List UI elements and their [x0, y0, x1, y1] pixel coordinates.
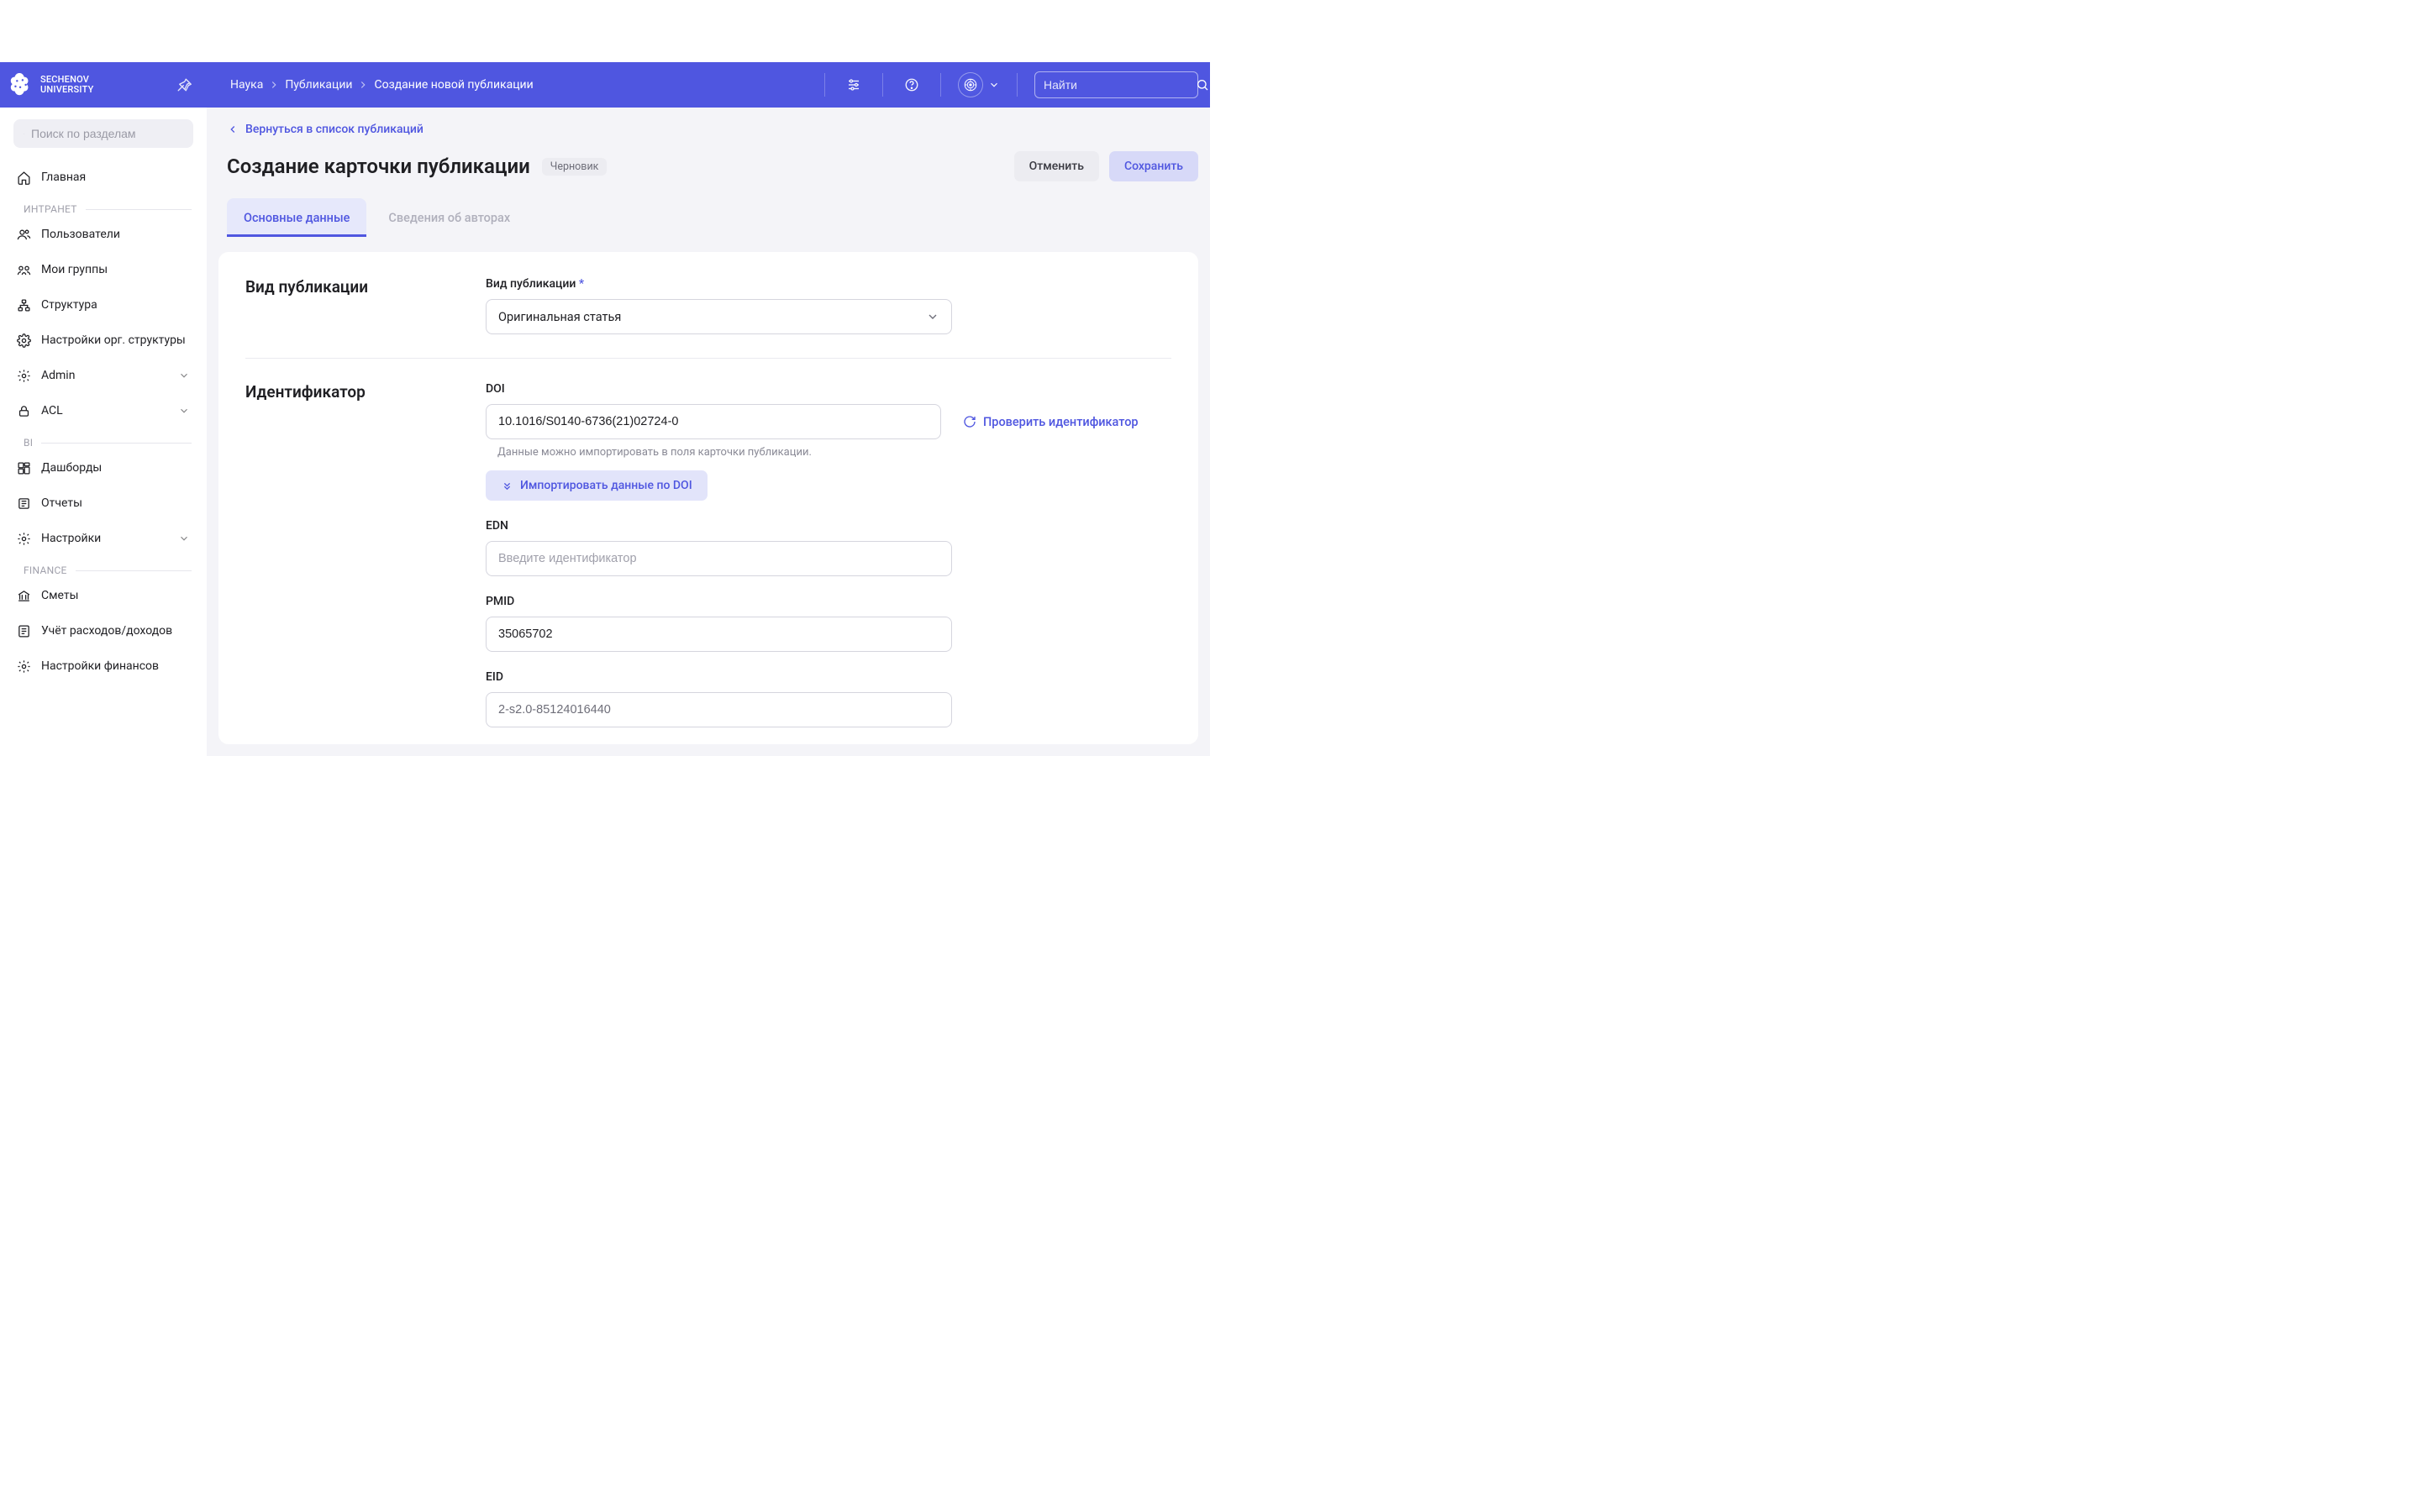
breadcrumb: Наука Публикации Создание новой публикац…	[230, 78, 534, 92]
chevron-down-icon	[178, 370, 190, 381]
dashboard-icon	[17, 461, 31, 475]
field-label-edn: EDN	[486, 519, 1171, 533]
double-chevron-down-icon	[501, 480, 513, 492]
back-link-label: Вернуться в список публикаций	[245, 123, 424, 136]
eid-input[interactable]	[486, 692, 952, 727]
sidebar-item-label: Пользователи	[41, 228, 120, 241]
edn-input[interactable]	[486, 541, 952, 576]
brand-line2: UNIVERSITY	[40, 84, 93, 95]
chevron-down-icon	[178, 405, 190, 417]
sidebar-item-structure[interactable]: Структура	[7, 287, 200, 323]
gear-icon	[17, 369, 31, 383]
search-icon	[1196, 78, 1209, 92]
section-title-identifier: Идентификатор	[245, 382, 486, 402]
sidebar-group-intranet: ИНТРАНЕТ	[7, 203, 200, 215]
chevron-down-icon	[988, 79, 1000, 91]
sidebar-item-dashboards[interactable]: Дашборды	[7, 450, 200, 486]
ledger-icon	[17, 624, 31, 638]
pub-type-value: Оригинальная статья	[498, 310, 621, 324]
sidebar-item-label: Мои группы	[41, 263, 108, 276]
verify-identifier-button[interactable]: Проверить идентификатор	[963, 415, 1139, 429]
save-button[interactable]: Сохранить	[1109, 151, 1198, 181]
breadcrumb-science[interactable]: Наука	[230, 78, 263, 92]
gear-icon	[17, 659, 31, 674]
pub-type-select[interactable]: Оригинальная статья	[486, 299, 952, 334]
chevron-right-icon	[357, 79, 369, 91]
doi-input[interactable]	[486, 404, 941, 439]
sidebar-item-label: Настройки орг. структуры	[41, 333, 186, 347]
field-label-eid: EID	[486, 670, 1171, 684]
structure-icon	[17, 298, 31, 312]
status-badge: Черновик	[542, 158, 608, 176]
report-icon	[17, 496, 31, 511]
sidebar-item-label: Отчеты	[41, 496, 82, 510]
sidebar-item-income-expenses[interactable]: Учёт расходов/доходов	[7, 613, 200, 648]
sidebar-item-label: Структура	[41, 298, 97, 312]
doi-hint: Данные можно импортировать в поля карточ…	[497, 446, 1171, 459]
import-doi-button[interactable]: Импортировать данные по DOI	[486, 470, 708, 501]
sidebar-item-reports[interactable]: Отчеты	[7, 486, 200, 521]
sidebar-item-budgets[interactable]: Сметы	[7, 578, 200, 613]
home-icon	[17, 171, 31, 185]
sidebar-item-label: Настройки финансов	[41, 659, 159, 673]
tab-main-data[interactable]: Основные данные	[227, 198, 366, 237]
brand-logo[interactable]: SECHENOV UNIVERSITY	[8, 73, 160, 97]
lock-icon	[17, 404, 31, 418]
sidebar-item-admin[interactable]: Admin	[7, 358, 200, 393]
sidebar-group-finance: FINANCE	[7, 564, 200, 576]
sidebar-item-users[interactable]: Пользователи	[7, 217, 200, 252]
sidebar-item-my-groups[interactable]: Мои группы	[7, 252, 200, 287]
page-title: Создание карточки публикации	[227, 155, 530, 178]
sidebar-item-finance-settings[interactable]: Настройки финансов	[7, 648, 200, 684]
brain-logo-icon	[8, 73, 34, 97]
sidebar-search[interactable]	[13, 119, 193, 148]
users-icon	[17, 228, 31, 242]
sidebar-group-bi: BI	[7, 437, 200, 449]
gear-icon	[17, 333, 31, 348]
header-search[interactable]	[1034, 71, 1198, 98]
pmid-input[interactable]	[486, 617, 952, 652]
sidebar-item-label: Дашборды	[41, 461, 102, 475]
sidebar-item-settings[interactable]: Настройки	[7, 521, 200, 556]
user-menu[interactable]	[958, 72, 1000, 97]
chevron-right-icon	[268, 79, 280, 91]
sidebar-item-label: Сметы	[41, 589, 78, 602]
tab-authors[interactable]: Сведения об авторах	[371, 198, 527, 237]
field-label-pmid: PMID	[486, 595, 1171, 608]
refresh-icon	[963, 415, 976, 428]
field-label-pub-type: Вид публикации *	[486, 277, 1171, 291]
breadcrumb-pubs[interactable]: Публикации	[285, 78, 352, 92]
back-link[interactable]: Вернуться в список публикаций	[227, 123, 1198, 136]
chevron-left-icon	[227, 123, 239, 135]
chevron-down-icon	[926, 310, 939, 323]
sidebar-item-org-settings[interactable]: Настройки орг. структуры	[7, 323, 200, 358]
cancel-button[interactable]: Отменить	[1014, 151, 1099, 181]
sidebar-item-acl[interactable]: ACL	[7, 393, 200, 428]
pin-icon[interactable]	[176, 77, 192, 92]
sidebar-item-label: Учёт расходов/доходов	[41, 624, 172, 638]
chevron-down-icon	[178, 533, 190, 544]
bank-icon	[17, 589, 31, 603]
settings-sliders-icon[interactable]	[842, 73, 865, 97]
avatar	[958, 72, 983, 97]
help-icon[interactable]	[900, 73, 923, 97]
sidebar-item-label: Admin	[41, 369, 75, 382]
section-title-pub-type: Вид публикации	[245, 277, 486, 297]
sidebar-item-home[interactable]: Главная	[7, 160, 200, 195]
breadcrumb-create: Создание новой публикации	[374, 78, 533, 92]
field-label-doi: DOI	[486, 382, 1171, 396]
sidebar-item-label: Главная	[41, 171, 86, 184]
sidebar-item-label: ACL	[41, 404, 63, 417]
gear-icon	[17, 532, 31, 546]
sidebar-item-label: Настройки	[41, 532, 101, 545]
sidebar-search-input[interactable]	[31, 127, 183, 140]
header-search-input[interactable]	[1044, 78, 1196, 92]
group-icon	[17, 263, 31, 277]
